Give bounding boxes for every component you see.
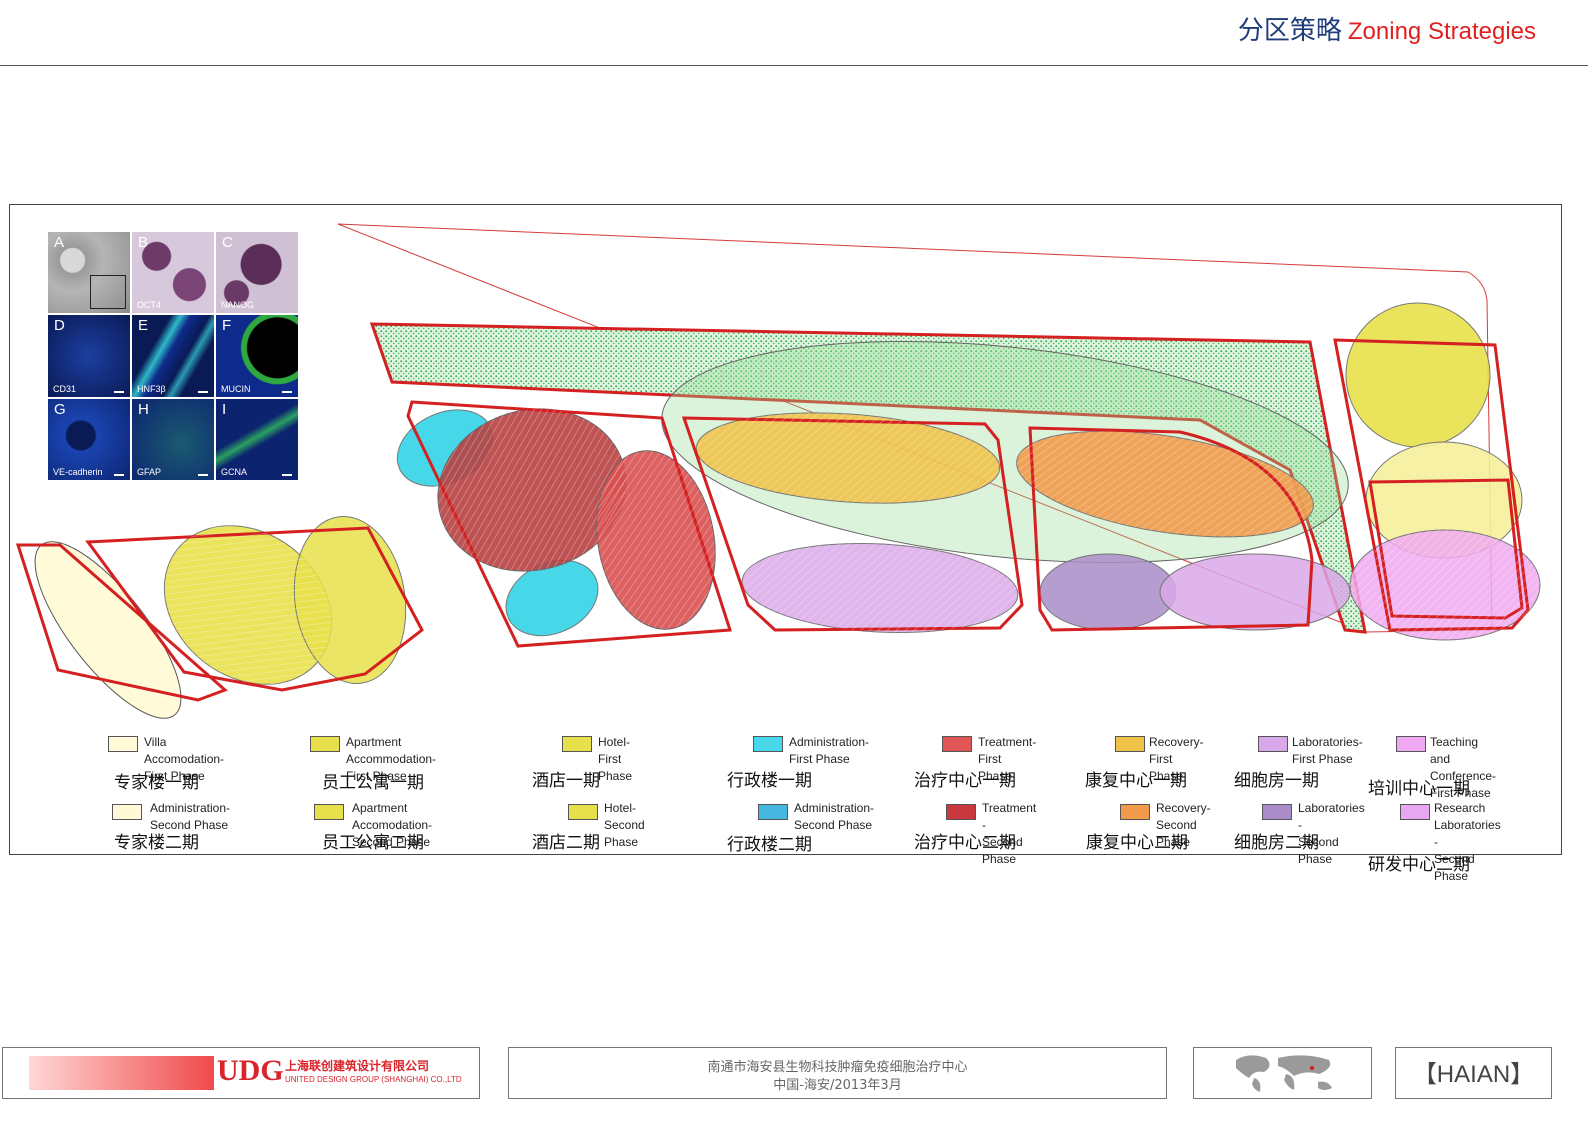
project-name: 南通市海安县生物科技肿瘤免疫细胞治疗中心 [707, 1060, 968, 1075]
legend-label-cn: 研发中心二期 [1368, 855, 1470, 875]
panel-selection-box [90, 275, 126, 310]
zoning-site-plan [15, 223, 1541, 719]
inset-panel-a: A [48, 232, 130, 314]
panel-caption: CD31 [53, 383, 77, 394]
inset-panel-e: E HNF3β [132, 315, 214, 397]
panel-caption: MUCIN [221, 383, 251, 394]
legend-swatch [1396, 736, 1426, 752]
legend-swatch [568, 804, 598, 820]
legend-label-cn: 治疗中心二期 [914, 833, 1016, 853]
legend-swatch [1115, 736, 1145, 752]
inset-panel-h: H GFAP [132, 398, 214, 480]
footer-logo-box: UDG 上海联创建筑设计有限公司 UNITED DESIGN GROUP (SH… [2, 1047, 480, 1099]
legend-label-en: Laboratories- First Phase [1292, 735, 1363, 766]
legend-swatch [1262, 804, 1292, 820]
panel-caption: GFAP [137, 467, 162, 477]
world-map-icon [1236, 1055, 1332, 1092]
inset-panel-f: F MUCIN [216, 315, 298, 397]
legend-label-cn: 员工公寓二期 [322, 833, 424, 853]
legend-swatch [310, 736, 340, 752]
legend-label-en: Administration- Second Phase [794, 801, 875, 832]
panel-letter: C [222, 234, 233, 251]
inset-panel-i: I GCNA [216, 398, 298, 480]
legend-swatch [314, 804, 344, 820]
microscopy-inset-grid: A B OCT4 C NANOG D CD31 E HNF3β F MUCIN … [48, 232, 298, 480]
legend-swatch [1258, 736, 1288, 752]
legend-swatch [758, 804, 788, 820]
laboratories-second-phase-zone [1039, 553, 1177, 631]
legend-label-cn: 酒店二期 [532, 833, 600, 853]
legend-label-cn: 治疗中心一期 [914, 771, 1016, 791]
panel-letter: H [138, 400, 149, 418]
panel-letter: E [138, 317, 149, 335]
company-name-en: UNITED DESIGN GROUP (SHANGHAI) CO.,LTD [285, 1075, 462, 1084]
laboratories-first-phase-zone-east [1159, 553, 1351, 631]
panel-caption: OCT4 [137, 300, 162, 311]
legend-label-cn: 行政楼一期 [727, 771, 812, 791]
footer-map-box [1193, 1047, 1372, 1099]
footer-city-box: 【HAIAN】 [1395, 1047, 1552, 1099]
panel-letter: D [54, 317, 65, 335]
company-name-cn: 上海联创建筑设计有限公司 [285, 1059, 430, 1073]
panel-caption: VE-cadherin [53, 467, 103, 477]
legend-label-cn: 康复中心二期 [1086, 833, 1188, 853]
legend-swatch [112, 804, 142, 820]
panel-caption: GCNA [221, 467, 248, 477]
legend-label-cn: 专家楼二期 [114, 833, 199, 853]
inset-panel-g: G VE-cadherin [48, 398, 130, 480]
panel-caption: HNF3β [137, 383, 166, 394]
legend-label-en: Hotel- Second Phase [604, 801, 645, 849]
scale-bar [282, 390, 292, 393]
panel-caption: NANOG [221, 300, 255, 311]
inset-panel-b: B OCT4 [132, 232, 214, 314]
inset-panel-c: C NANOG [216, 232, 298, 314]
legend-label-cn: 行政楼二期 [727, 835, 812, 855]
legend-swatch [753, 736, 783, 752]
footer-project-box: 南通市海安县生物科技肿瘤免疫细胞治疗中心 中国-海安/2013年3月 [508, 1047, 1167, 1099]
legend-label-cn: 康复中心一期 [1085, 771, 1187, 791]
legend-swatch [1120, 804, 1150, 820]
legend-label-cn: 酒店一期 [532, 771, 600, 791]
logo-gradient-bar [29, 1056, 214, 1090]
panel-letter: B [138, 234, 149, 251]
panel-letter: A [54, 234, 65, 251]
panel-letter: F [222, 317, 232, 335]
legend-swatch [1400, 804, 1430, 820]
legend-swatch [942, 736, 972, 752]
panel-letter: I [222, 400, 227, 418]
company-logo: UDG [217, 1054, 284, 1087]
legend-swatch [946, 804, 976, 820]
city-tag: 【HAIAN】 [1412, 1061, 1535, 1088]
scale-bar [198, 390, 208, 393]
legend-swatch [108, 736, 138, 752]
legend-label-cn: 员工公寓一期 [322, 773, 424, 793]
project-location-date: 中国-海安/2013年3月 [773, 1078, 902, 1093]
scale-bar [114, 474, 124, 476]
teaching-first-phase-zone [1345, 302, 1491, 448]
scale-bar [114, 390, 124, 393]
inset-panel-d: D CD31 [48, 315, 130, 397]
legend-label-cn: 细胞房二期 [1234, 833, 1319, 853]
legend-label-cn: 专家楼一期 [114, 773, 199, 793]
legend-swatch [562, 736, 592, 752]
scale-bar [282, 474, 292, 476]
legend-label-en: Hotel- First Phase [598, 735, 633, 783]
scale-bar [198, 474, 208, 476]
legend-label-cn: 细胞房一期 [1234, 771, 1319, 791]
legend-label-cn: 培训中心一期 [1368, 779, 1470, 799]
legend-label-en: Administration- First Phase [789, 735, 870, 766]
panel-letter: G [54, 400, 66, 418]
